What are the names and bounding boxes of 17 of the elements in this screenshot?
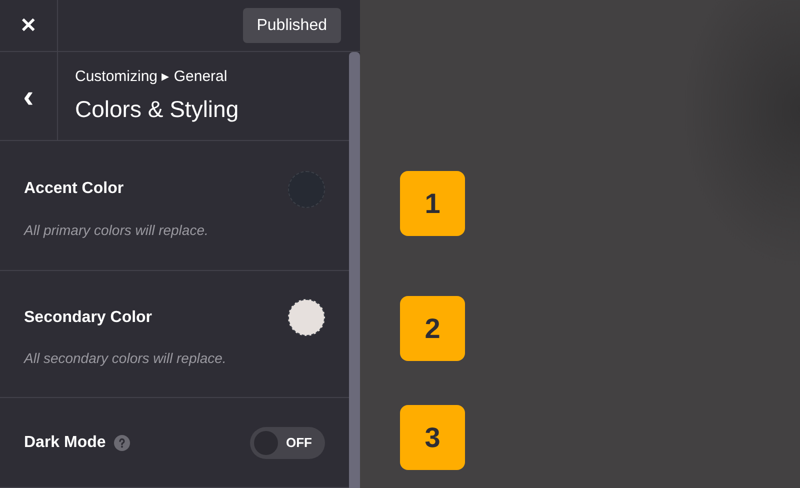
setting-label: Dark Mode [24,432,106,452]
setting-description: All secondary colors will replace. [24,349,228,368]
scrollbar[interactable] [349,52,360,488]
toggle-switch[interactable]: OFF [250,426,325,458]
section-title: Colors & Styling [75,95,239,124]
published-button[interactable]: Published [242,8,341,43]
setting-label: Secondary Color [24,308,152,328]
number-marker: 2 [400,296,465,361]
setting-description: All primary colors will replace. [24,220,210,240]
back-button[interactable]: ‹ [0,52,58,140]
help-icon[interactable] [114,434,130,450]
number-marker: 1 [400,171,465,236]
number-marker: 3 [400,405,465,470]
close-button[interactable]: ✕ [0,0,58,51]
setting-label: Accent Color [24,179,124,199]
breadcrumb: Customizing ▸ General [75,66,228,86]
color-swatch[interactable] [288,299,325,336]
